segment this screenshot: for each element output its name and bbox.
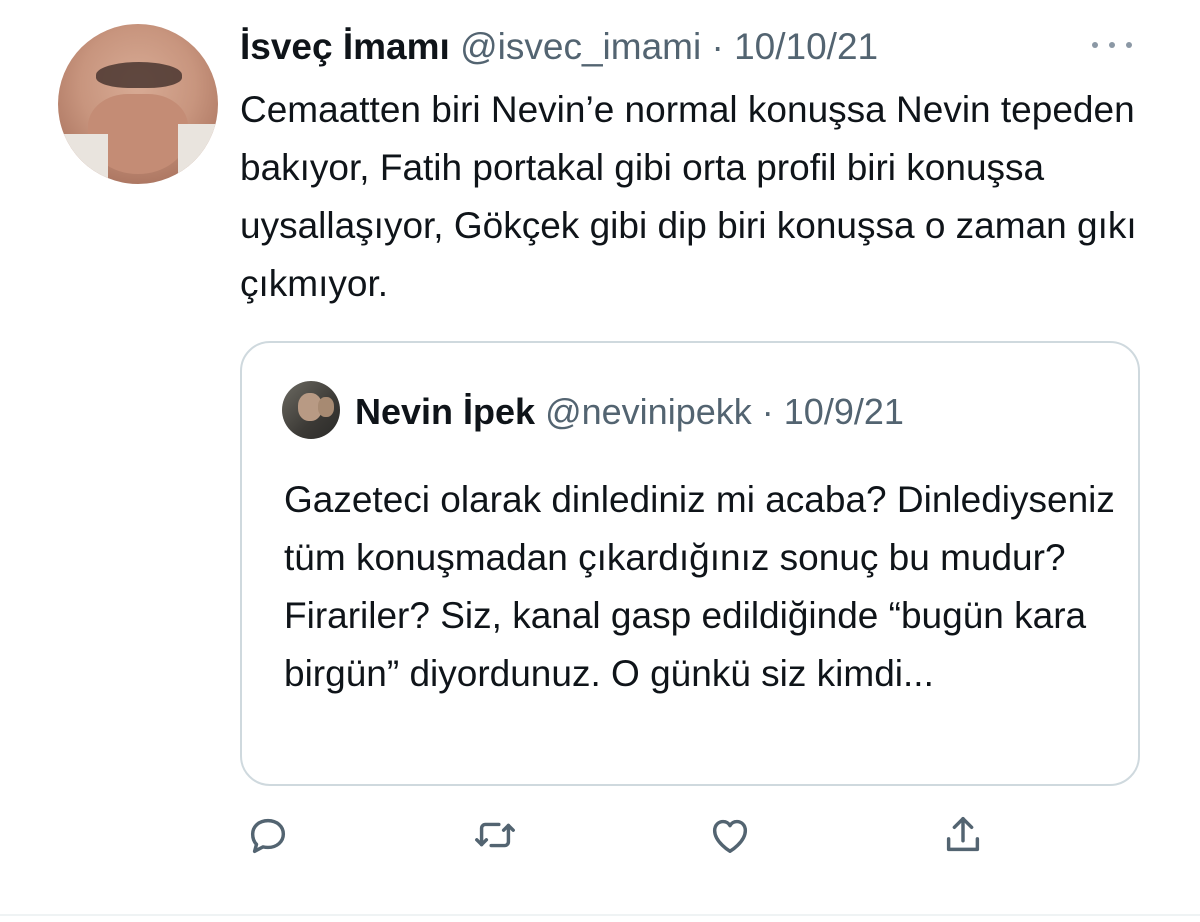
header-separator: ·: [711, 26, 724, 67]
author-display-name[interactable]: İsveç İmamı: [240, 26, 450, 67]
avatar-collar-right: [178, 124, 218, 184]
quoted-author-handle[interactable]: @nevinipekk: [545, 391, 752, 432]
like-icon: [712, 819, 748, 854]
avatar-collar-left: [58, 134, 108, 184]
more-options-button[interactable]: [1092, 30, 1132, 60]
share-icon: [946, 816, 980, 852]
retweet-button[interactable]: [470, 810, 520, 860]
tweet-actions: [0, 810, 1200, 870]
quoted-tweet-text: Gazeteci olarak dinlediniz mi acaba? Din…: [284, 479, 1115, 694]
reply-button[interactable]: [243, 810, 293, 860]
author-handle[interactable]: @isvec_imami: [460, 26, 701, 67]
quoted-author-display-name[interactable]: Nevin İpek: [355, 391, 535, 432]
tweet[interactable]: İsveç İmamı @isvec_imami · 10/10/21 Cema…: [0, 0, 1200, 922]
ellipsis-icon: [1092, 42, 1098, 48]
quoted-header-separator: ·: [761, 391, 774, 432]
avatar-face-secondary: [318, 397, 334, 417]
quoted-author-avatar[interactable]: [282, 381, 340, 439]
avatar-mustache: [96, 62, 182, 88]
ellipsis-icon: [1109, 42, 1115, 48]
quoted-tweet-date[interactable]: 10/9/21: [784, 391, 904, 432]
share-button[interactable]: [938, 810, 988, 860]
tweet-header: İsveç İmamı @isvec_imami · 10/10/21: [240, 22, 878, 72]
author-avatar[interactable]: [58, 24, 218, 184]
reply-icon: [250, 818, 286, 854]
quoted-tweet[interactable]: Nevin İpek @nevinipekk · 10/9/21 Gazetec…: [240, 341, 1140, 786]
retweet-icon: [475, 822, 515, 848]
divider: [0, 914, 1200, 916]
tweet-text: Cemaatten biri Nevin’e normal konuşsa Ne…: [240, 89, 1137, 304]
tweet-date[interactable]: 10/10/21: [734, 26, 878, 67]
quoted-tweet-header: Nevin İpek @nevinipekk · 10/9/21: [355, 387, 904, 437]
like-button[interactable]: [705, 810, 755, 860]
ellipsis-icon: [1126, 42, 1132, 48]
